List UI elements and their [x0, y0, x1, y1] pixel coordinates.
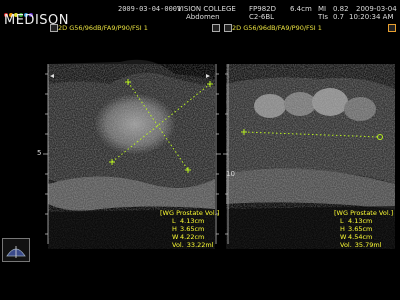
right-meas-l: 4.13cm	[348, 217, 373, 225]
left-meas-h-label: H	[172, 225, 177, 233]
exam-id: 2009-03-04-0001	[118, 5, 182, 13]
right-meas-vol: 35.79ml	[354, 241, 382, 249]
right-meas-title: [WG Prostate Vol.]	[334, 209, 394, 217]
left-meas-title: [WG Prostate Vol.]	[160, 209, 220, 217]
right-panel-active-icon[interactable]	[388, 24, 396, 32]
left-meas-vol: 33.22ml	[186, 241, 214, 249]
brand-logo-dots	[4, 2, 52, 17]
left-meas-vol-label: Vol.	[172, 241, 184, 249]
right-meas-l-label: L	[340, 217, 344, 225]
probe-pictogram-icon[interactable]	[2, 238, 30, 262]
left-meas-l: 4.13cm	[180, 217, 205, 225]
depth-mark-left: 5	[37, 149, 42, 157]
right-meas-h: 3.65cm	[348, 225, 373, 233]
depth-value: 6.4cm	[290, 5, 312, 13]
left-panel-params: 2D G56/96dB/FA9/P90/FSI 1	[58, 24, 148, 32]
tis-value: 0.7	[333, 13, 345, 21]
right-meas-w: 4.54cm	[348, 233, 373, 241]
probe-name: C2-6BL	[249, 13, 275, 21]
time-value: 10:20:34 AM	[349, 13, 394, 21]
left-meas-h: 3.65cm	[180, 225, 205, 233]
tis-label: TIs	[318, 13, 328, 21]
date-value: 2009-03-04	[356, 5, 397, 13]
mi-label: MI	[318, 5, 327, 13]
right-measurement-box: [WG Prostate Vol.] L 4.13cm H 3.65cm W 4.54…	[334, 209, 393, 249]
left-meas-l-label: L	[172, 217, 176, 225]
left-measurement-box: [WG Prostate Vol.] L 4.13cm H 3.65cm W 4.22…	[160, 209, 219, 249]
left-meas-w: 4.22cm	[180, 233, 205, 241]
institution-name: VISION COLLEGE	[177, 5, 236, 13]
application-name: Abdomen	[186, 13, 220, 21]
right-meas-w-label: W	[340, 233, 347, 241]
left-panel-marker[interactable]	[50, 24, 58, 32]
preset-name: FP982D	[249, 5, 276, 13]
right-meas-h-label: H	[340, 225, 345, 233]
right-meas-vol-label: Vol.	[340, 241, 352, 249]
depth-scale-left	[43, 64, 49, 244]
right-panel-marker[interactable]	[224, 24, 232, 32]
mi-value: 0.82	[333, 5, 349, 13]
right-panel-params: 2D G56/96dB/FA9/P90/FSI 1	[232, 24, 322, 32]
depth-mark-right: 10	[226, 170, 235, 178]
left-meas-w-label: W	[172, 233, 179, 241]
left-panel-active-icon[interactable]	[212, 24, 220, 32]
